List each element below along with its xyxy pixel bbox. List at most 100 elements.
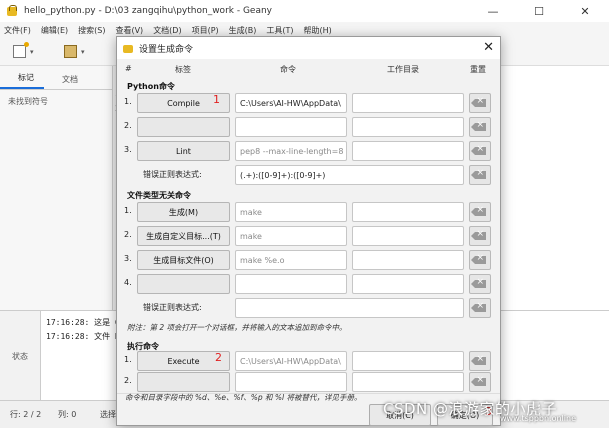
tab-status[interactable]: 状态 (0, 345, 40, 367)
independent-commands-title: 文件类型无关命令 (127, 191, 191, 200)
python-error-regex-input[interactable]: (.+):([0-9]+):([0-9]+) (235, 165, 464, 185)
independent-row4-reset-button[interactable] (469, 274, 491, 294)
header-workdir: 工作目录 (387, 65, 419, 74)
python-row2-command-input[interactable] (235, 117, 347, 137)
row-number: 2. (124, 121, 132, 130)
clear-icon (470, 168, 486, 179)
make-label-button[interactable]: 生成(M) (137, 202, 230, 222)
python-row2-reset-button[interactable] (469, 117, 491, 137)
menu-edit[interactable]: 编辑(E) (41, 25, 68, 36)
python-error-regex-reset-button[interactable] (469, 165, 491, 185)
clear-icon (470, 277, 486, 288)
status-column: 列: 0 (58, 410, 77, 419)
geany-dialog-icon (123, 43, 134, 54)
new-file-dropdown-icon[interactable]: ▾ (30, 48, 34, 56)
menu-build[interactable]: 生成(B) (229, 25, 257, 36)
sidebar-tabs: 标记 文档 (0, 66, 112, 90)
execute-workdir-input[interactable] (352, 351, 464, 371)
row-number: 1. (124, 97, 132, 106)
independent-error-regex-reset-button[interactable] (469, 298, 491, 318)
python-row2-workdir-input[interactable] (352, 117, 464, 137)
python-commands-title: Python命令 (127, 82, 175, 91)
menu-tools[interactable]: 工具(T) (266, 25, 293, 36)
header-reset: 重置 (470, 65, 486, 74)
clear-icon (470, 301, 486, 312)
python-error-regex-label: 错误正则表达式: (143, 170, 202, 179)
menu-document[interactable]: 文档(D) (153, 25, 181, 36)
sidebar: 标记 文档 未找到符号 (0, 66, 112, 310)
menu-help[interactable]: 帮助(H) (304, 25, 332, 36)
open-file-dropdown-icon[interactable]: ▾ (81, 48, 85, 56)
independent-row4-label-button[interactable] (137, 274, 230, 294)
placeholder-substitution-note: 命令和目录字段中的 %d、%e、%f、%p 和 %l 将被替代，详见手册。 (125, 393, 362, 402)
annotation-mark-2: 2 (215, 351, 222, 364)
lint-label-button[interactable]: Lint (137, 141, 230, 161)
make-command-input[interactable]: make (235, 202, 347, 222)
make-custom-reset-button[interactable] (469, 226, 491, 246)
menu-file[interactable]: 文件(F) (4, 25, 31, 36)
dialog-body: # 标签 命令 工作目录 重置 Python命令 1. Compile 1 C:… (117, 59, 500, 393)
make-object-command-input[interactable]: make %e.o (235, 250, 347, 270)
independent-note: 附注：第 2 项会打开一个对话框，并将输入的文本追加到命令中。 (127, 323, 347, 332)
maximize-button[interactable]: ☐ (516, 0, 562, 22)
clear-icon (470, 253, 486, 264)
dialog-close-button[interactable]: ✕ (483, 40, 494, 55)
compile-workdir-input[interactable] (352, 93, 464, 113)
menu-search[interactable]: 搜索(S) (78, 25, 105, 36)
make-workdir-input[interactable] (352, 202, 464, 222)
clear-icon (470, 96, 486, 107)
no-symbols-text: 未找到符号 (8, 97, 48, 106)
compile-reset-button[interactable] (469, 93, 491, 113)
row-number: 2. (124, 230, 132, 239)
header-label: 标签 (175, 65, 191, 74)
clear-icon (470, 354, 486, 365)
dialog-title-bar: 设置生成命令 ✕ (117, 37, 500, 59)
tab-symbols[interactable]: 标记 (0, 72, 44, 89)
execute-row2-workdir-input[interactable] (352, 372, 464, 392)
clear-icon (470, 144, 486, 155)
tab-documents[interactable]: 文档 (44, 74, 88, 89)
independent-row4-command-input[interactable] (235, 274, 347, 294)
execute-reset-button[interactable] (469, 351, 491, 371)
minimize-button[interactable]: — (470, 0, 516, 22)
clear-icon (470, 205, 486, 216)
annotation-mark-1: 1 (213, 93, 220, 106)
make-object-workdir-input[interactable] (352, 250, 464, 270)
clear-icon (470, 120, 486, 131)
new-file-icon[interactable] (13, 42, 29, 58)
lint-command-input[interactable]: pep8 --max-line-length=8 (235, 141, 347, 161)
lint-workdir-input[interactable] (352, 141, 464, 161)
row-number: 3. (124, 145, 132, 154)
execute-row2-command-input[interactable] (235, 372, 347, 392)
compile-command-input[interactable]: C:\Users\AI-HW\AppData\ (235, 93, 347, 113)
execute-command-input[interactable]: C:\Users\AI-HW\AppData\ (235, 351, 347, 371)
geany-app-icon (6, 5, 18, 17)
make-custom-command-input[interactable]: make (235, 226, 347, 246)
clear-icon (470, 229, 486, 240)
menu-view[interactable]: 查看(V) (115, 25, 143, 36)
independent-error-regex-input[interactable] (235, 298, 464, 318)
row-number: 2. (124, 376, 132, 385)
row-number: 3. (124, 254, 132, 263)
title-bar: hello_python.py - D:\03 zangqihu\python_… (0, 0, 609, 22)
make-object-reset-button[interactable] (469, 250, 491, 270)
window-close-button[interactable]: ✕ (562, 0, 608, 22)
make-object-label-button[interactable]: 生成目标文件(O) (137, 250, 230, 270)
status-line: 行: 2 / 2 (10, 410, 42, 419)
open-file-icon[interactable] (64, 45, 77, 58)
lint-reset-button[interactable] (469, 141, 491, 161)
header-command: 命令 (280, 65, 296, 74)
set-build-commands-dialog: 设置生成命令 ✕ # 标签 命令 工作目录 重置 Python命令 1. Com… (116, 36, 501, 426)
execute-row2-label-button[interactable] (137, 372, 230, 392)
row-number: 1. (124, 206, 132, 215)
python-row2-label-button[interactable] (137, 117, 230, 137)
make-custom-target-label-button[interactable]: 生成自定义目标...(T) (137, 226, 230, 246)
window-title: hello_python.py - D:\03 zangqihu\python_… (24, 6, 273, 16)
execute-row2-reset-button[interactable] (469, 372, 491, 392)
make-custom-workdir-input[interactable] (352, 226, 464, 246)
make-reset-button[interactable] (469, 202, 491, 222)
independent-row4-workdir-input[interactable] (352, 274, 464, 294)
row-number: 1. (124, 355, 132, 364)
header-number: # (125, 64, 132, 73)
menu-project[interactable]: 项目(P) (192, 25, 219, 36)
